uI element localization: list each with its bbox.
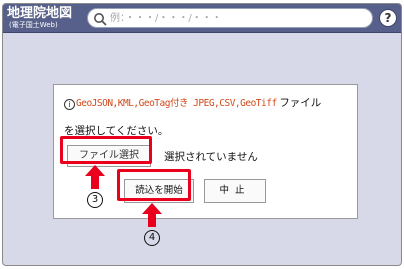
logo-title: 地理院地図 xyxy=(7,6,73,21)
search-icon[interactable] xyxy=(93,12,107,26)
step-3-marker: 3 xyxy=(87,192,103,208)
top-toolbar: 地理院地図 (電子国土Web) ? xyxy=(3,4,401,33)
dialog-message-suffix: ファイル xyxy=(276,98,322,109)
file-status-text: 選択されていません xyxy=(164,152,258,163)
step-4-marker: 4 xyxy=(144,230,160,246)
cancel-button[interactable]: 中止 xyxy=(204,179,266,203)
app-window: 地理院地図 (電子国土Web) ? iGeoJSON,KML,GeoTag付き … xyxy=(2,3,402,266)
logo-subtitle: (電子国土Web) xyxy=(9,21,58,29)
supported-file-types: GeoJSON,KML,GeoTag付き JPEG,CSV,GeoTiff xyxy=(76,98,277,109)
arrow-up-icon xyxy=(85,165,105,189)
highlight-file-select xyxy=(60,136,152,164)
search-input[interactable] xyxy=(110,11,368,26)
highlight-start-load xyxy=(117,169,191,201)
app-logo[interactable]: 地理院地図 (電子国土Web) xyxy=(7,6,85,31)
info-icon: i xyxy=(64,99,75,110)
dialog-message: i GeoJSON,KML,GeoTag付き JPEG,CSV,GeoTiff フ… xyxy=(64,97,354,111)
help-button[interactable]: ? xyxy=(379,9,397,27)
arrow-up-icon xyxy=(142,203,162,227)
search-box xyxy=(87,8,373,28)
